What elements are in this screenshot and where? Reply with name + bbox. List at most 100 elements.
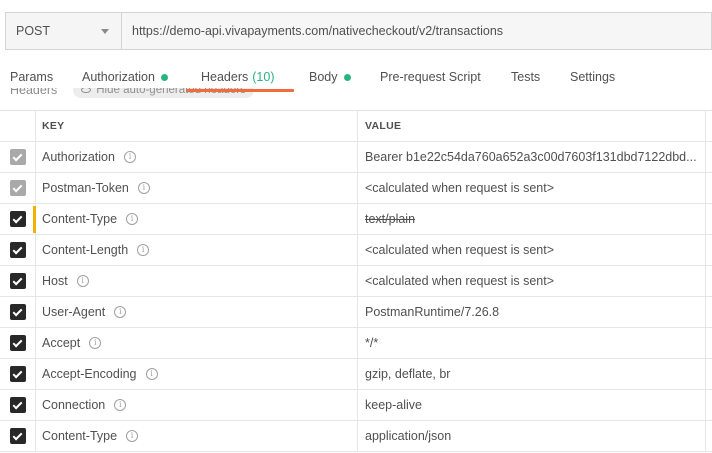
header-value-cell[interactable]: PostmanRuntime/7.26.8 bbox=[358, 297, 706, 327]
table-row: Content-Type i text/plain bbox=[0, 204, 712, 235]
enable-checkbox[interactable] bbox=[9, 335, 26, 351]
header-key-cell[interactable]: Connection i bbox=[36, 390, 358, 420]
row-check-cell bbox=[0, 421, 36, 451]
header-value: application/json bbox=[365, 429, 452, 443]
header-value-cell[interactable]: <calculated when request is sent> bbox=[358, 235, 706, 265]
header-value-cell[interactable]: */* bbox=[358, 328, 706, 358]
info-icon[interactable]: i bbox=[145, 368, 158, 380]
info-icon[interactable]: i bbox=[126, 430, 139, 442]
enable-checkbox[interactable] bbox=[9, 273, 26, 289]
header-key-cell[interactable]: Host i bbox=[36, 266, 358, 296]
check-icon bbox=[12, 275, 23, 285]
check-icon bbox=[12, 337, 23, 347]
header-key-cell[interactable]: Content-Type i bbox=[36, 204, 358, 234]
tab-pre-request-script[interactable]: Pre-request Script bbox=[380, 70, 481, 84]
column-header-key: KEY bbox=[36, 111, 358, 141]
enable-checkbox[interactable] bbox=[9, 149, 26, 165]
info-icon[interactable]: i bbox=[126, 213, 139, 225]
row-check-cell bbox=[0, 173, 36, 203]
table-row: Content-Length i <calculated when reques… bbox=[0, 235, 712, 266]
row-check-cell bbox=[0, 204, 36, 234]
enable-checkbox[interactable] bbox=[9, 180, 26, 196]
tab-authorization[interactable]: Authorization bbox=[82, 70, 168, 84]
tab-label: Params bbox=[10, 70, 54, 84]
table-row: Accept i */* bbox=[0, 328, 712, 359]
enable-checkbox[interactable] bbox=[9, 428, 26, 444]
enable-checkbox[interactable] bbox=[9, 211, 26, 227]
table-row: Postman-Token i <calculated when request… bbox=[0, 173, 712, 204]
header-value: text/plain bbox=[365, 212, 416, 226]
tab-params[interactable]: Params bbox=[10, 70, 53, 84]
info-icon[interactable]: i bbox=[114, 399, 127, 411]
header-value-cell[interactable]: Bearer b1e22c54da760a652a3c00d7603f131db… bbox=[358, 142, 706, 172]
header-key-cell[interactable]: Accept i bbox=[36, 328, 358, 358]
status-dot-icon bbox=[160, 73, 168, 81]
header-value: <calculated when request is sent> bbox=[365, 243, 555, 257]
header-key-cell[interactable]: Postman-Token i bbox=[36, 173, 358, 203]
header-key: Content-Length bbox=[42, 243, 129, 257]
eye-off-icon bbox=[81, 88, 92, 93]
header-key-cell[interactable]: Accept-Encoding i bbox=[36, 359, 358, 389]
table-header-row: KEY VALUE bbox=[0, 111, 712, 142]
check-icon bbox=[12, 213, 23, 223]
header-key: Authorization bbox=[42, 150, 115, 164]
tab-headers[interactable]: Headers (10) bbox=[201, 70, 274, 84]
header-value-cell[interactable]: gzip, deflate, br bbox=[358, 359, 706, 389]
header-check-cell bbox=[0, 111, 36, 141]
row-check-cell bbox=[0, 390, 36, 420]
header-value-cell[interactable]: <calculated when request is sent> bbox=[358, 266, 706, 296]
enable-checkbox[interactable] bbox=[9, 304, 26, 320]
info-icon[interactable]: i bbox=[114, 306, 127, 318]
header-value: gzip, deflate, br bbox=[365, 367, 451, 381]
override-warning-marker bbox=[33, 206, 36, 233]
header-key: Host bbox=[42, 274, 68, 288]
column-header-value: VALUE bbox=[358, 111, 706, 141]
header-key-cell[interactable]: User-Agent i bbox=[36, 297, 358, 327]
info-icon[interactable]: i bbox=[137, 182, 150, 194]
header-key: Content-Type bbox=[42, 429, 118, 443]
table-row: Accept-Encoding i gzip, deflate, br bbox=[0, 359, 712, 390]
header-key: Connection bbox=[42, 398, 106, 412]
header-key-cell[interactable]: Content-Length i bbox=[36, 235, 358, 265]
request-bar: POST https://demo-api.vivapayments.com/n… bbox=[5, 12, 712, 50]
header-key-cell[interactable]: Content-Type i bbox=[36, 421, 358, 451]
enable-checkbox[interactable] bbox=[9, 366, 26, 382]
active-tab-indicator bbox=[186, 89, 294, 92]
check-icon bbox=[12, 399, 23, 409]
row-check-cell bbox=[0, 266, 36, 296]
header-key: Postman-Token bbox=[42, 181, 129, 195]
tab-label: Settings bbox=[570, 70, 616, 84]
tab-label: Body bbox=[309, 70, 338, 84]
info-icon[interactable]: i bbox=[76, 275, 89, 287]
url-input[interactable]: https://demo-api.vivapayments.com/native… bbox=[122, 13, 711, 49]
header-key: Content-Type bbox=[42, 212, 118, 226]
tab-tests[interactable]: Tests bbox=[511, 70, 540, 84]
tab-body[interactable]: Body bbox=[309, 70, 351, 84]
header-key-cell[interactable]: Authorization i bbox=[36, 142, 358, 172]
header-value: Bearer b1e22c54da760a652a3c00d7603f131db… bbox=[365, 150, 697, 164]
tab-label: Authorization bbox=[82, 70, 155, 84]
header-value: PostmanRuntime/7.26.8 bbox=[365, 305, 500, 319]
status-dot-icon bbox=[343, 73, 351, 81]
method-select[interactable]: POST bbox=[6, 13, 122, 49]
check-icon bbox=[12, 430, 23, 440]
header-value-cell[interactable]: <calculated when request is sent> bbox=[358, 173, 706, 203]
info-icon[interactable]: i bbox=[137, 244, 150, 256]
enable-checkbox[interactable] bbox=[9, 242, 26, 258]
table-row: User-Agent i PostmanRuntime/7.26.8 bbox=[0, 297, 712, 328]
header-value-cell[interactable]: text/plain bbox=[358, 204, 706, 234]
info-icon[interactable]: i bbox=[89, 337, 102, 349]
headers-table: KEY VALUE Authorization i Bearer b1e22c5… bbox=[0, 110, 712, 452]
header-value: <calculated when request is sent> bbox=[365, 181, 555, 195]
section-title: Headers bbox=[10, 88, 58, 97]
tab-settings[interactable]: Settings bbox=[570, 70, 615, 84]
header-value: <calculated when request is sent> bbox=[365, 274, 555, 288]
table-row: Content-Type i application/json bbox=[0, 421, 712, 452]
enable-checkbox[interactable] bbox=[9, 397, 26, 413]
tab-label: Tests bbox=[511, 70, 541, 84]
tab-count: (10) bbox=[252, 70, 275, 84]
chevron-down-icon bbox=[101, 29, 109, 34]
header-value-cell[interactable]: keep-alive bbox=[358, 390, 706, 420]
header-value-cell[interactable]: application/json bbox=[358, 421, 706, 451]
info-icon[interactable]: i bbox=[123, 151, 136, 163]
